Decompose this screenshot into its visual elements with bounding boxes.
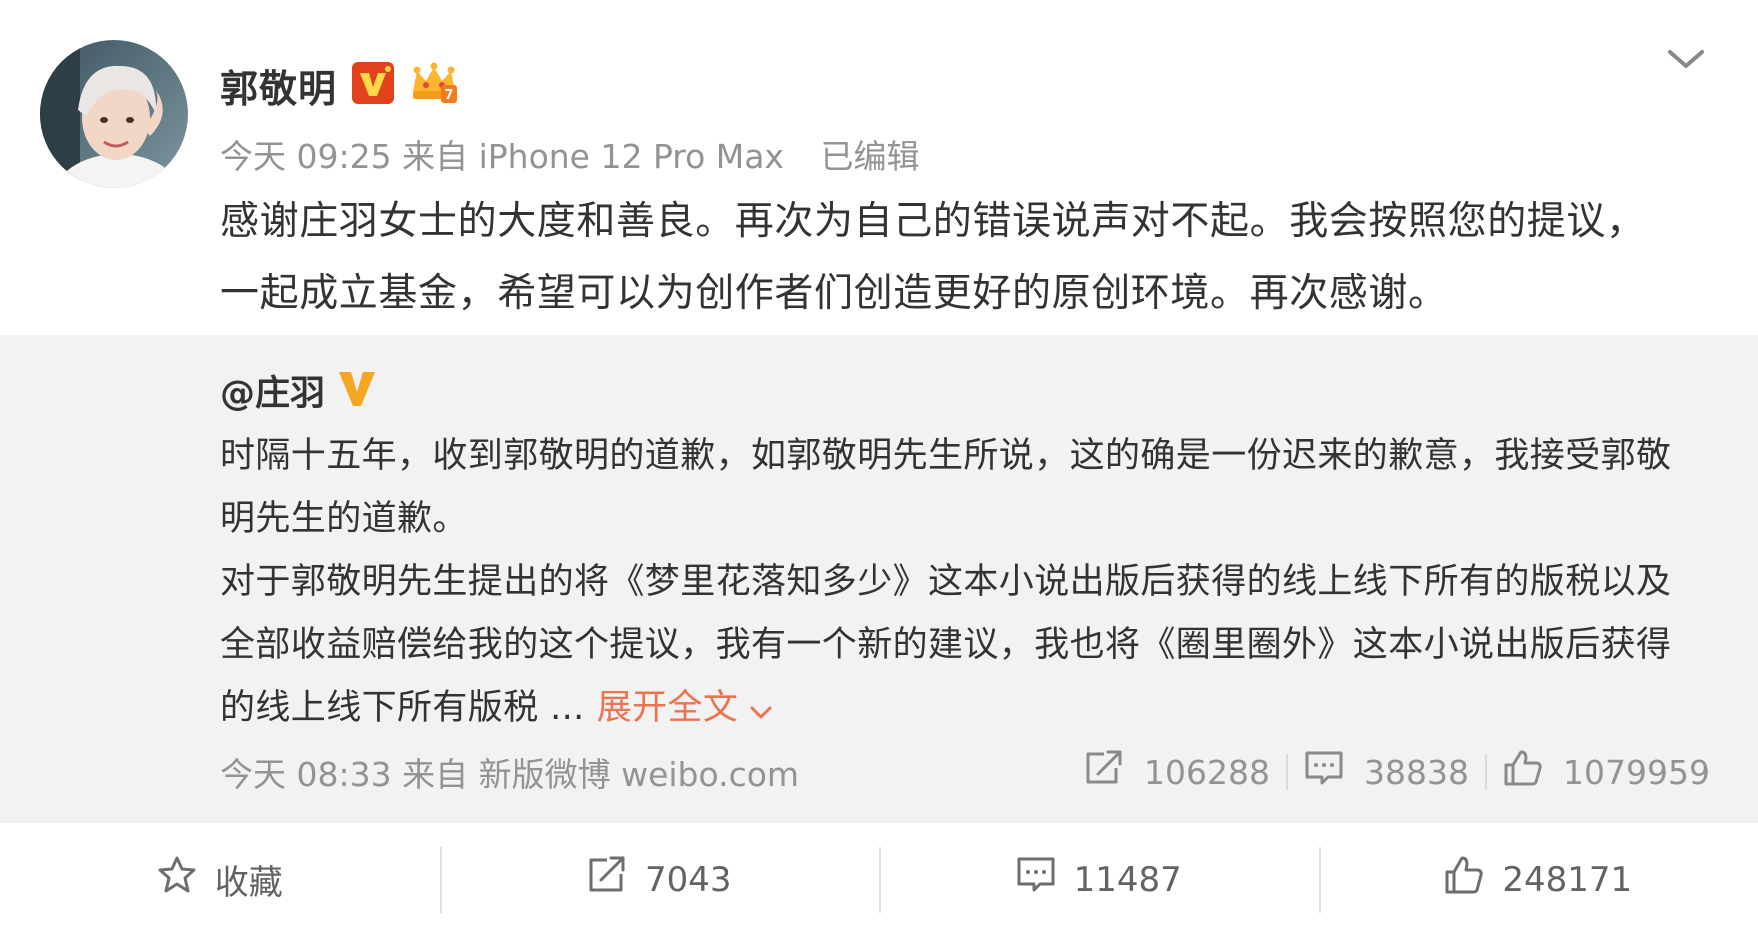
repost-stats: 106288 38838 1079959 — [1068, 749, 1710, 795]
weibo-post: 郭敬明 7 今天 09:25 来自 iPhone 12 Pro Max 已编辑 … — [0, 0, 1758, 936]
svg-text:7: 7 — [444, 88, 453, 103]
star-icon — [157, 855, 197, 904]
share-icon — [1084, 750, 1124, 794]
expand-full-text-link[interactable]: 展开全文 — [597, 688, 773, 728]
repost-like-count[interactable]: 1079959 — [1487, 749, 1710, 795]
author-row: 郭敬明 7 — [220, 58, 459, 112]
crown-member-icon: 7 — [409, 61, 459, 109]
more-options-chevron-icon[interactable] — [1662, 40, 1710, 80]
action-bar: 收藏 7043 11487 248171 — [0, 823, 1758, 936]
like-count: 248171 — [1502, 859, 1633, 900]
author-avatar[interactable] — [40, 40, 188, 188]
comment-count: 11487 — [1073, 859, 1182, 900]
share-count: 106288 — [1144, 752, 1271, 792]
post-meta: 今天 09:25 来自 iPhone 12 Pro Max 已编辑 — [220, 130, 920, 178]
chevron-down-icon — [750, 678, 772, 741]
repost-comment-count[interactable]: 38838 — [1288, 750, 1485, 794]
repost-share-count[interactable]: 106288 — [1068, 750, 1286, 794]
post-source: 来自 iPhone 12 Pro Max — [402, 137, 785, 176]
thumbs-up-icon — [1503, 749, 1543, 795]
share-icon — [587, 856, 627, 903]
comment-icon — [1304, 750, 1344, 794]
edited-label[interactable]: 已编辑 — [821, 137, 920, 176]
repost-meta: 今天 08:33 来自 新版微博 weibo.com — [220, 748, 799, 796]
repost-body-text: 时隔十五年，收到郭敬明的道歉，如郭敬明先生所说，这的确是一份迟来的歉意，我接受郭… — [220, 425, 1700, 741]
comment-count: 38838 — [1364, 752, 1470, 792]
repost-footer: 今天 08:33 来自 新版微博 weibo.com 106288 38838 … — [220, 747, 1710, 797]
like-count: 1079959 — [1563, 752, 1710, 792]
post-timestamp: 今天 09:25 — [220, 137, 392, 176]
comment-button[interactable]: 11487 — [879, 823, 1319, 936]
verified-v-icon — [351, 61, 395, 109]
thumbs-up-icon — [1444, 855, 1484, 904]
repost-source: 来自 新版微博 weibo.com — [402, 755, 800, 794]
repost-author-row: @庄羽 — [220, 363, 377, 417]
reposted-weibo[interactable]: @庄羽 时隔十五年，收到郭敬明的道歉，如郭敬明先生所说，这的确是一份迟来的歉意，… — [0, 335, 1758, 823]
repost-count: 7043 — [644, 859, 732, 900]
favorite-button[interactable]: 收藏 — [0, 823, 440, 936]
repost-author-name[interactable]: @庄羽 — [220, 365, 325, 416]
comment-icon — [1016, 856, 1056, 903]
repost-button[interactable]: 7043 — [439, 823, 880, 936]
author-name[interactable]: 郭敬明 — [220, 58, 337, 113]
repost-paragraph: 对于郭敬明先生提出的将《梦里花落知多少》这本小说出版后获得的线上线下所有的版税以… — [220, 551, 1700, 741]
repost-paragraph-text: 对于郭敬明先生提出的将《梦里花落知多少》这本小说出版后获得的线上线下所有的版税以… — [220, 562, 1672, 728]
repost-paragraph: 时隔十五年，收到郭敬明的道歉，如郭敬明先生所说，这的确是一份迟来的歉意，我接受郭… — [220, 436, 1672, 539]
favorite-label: 收藏 — [214, 863, 283, 903]
expand-label[interactable]: 展开全文 — [597, 688, 739, 728]
like-button[interactable]: 248171 — [1318, 823, 1758, 936]
post-body-text: 感谢庄羽女士的大度和善良。再次为自己的错误说声对不起。我会按照您的提议，一起成立… — [220, 199, 1646, 316]
verified-v-icon — [337, 368, 377, 412]
repost-timestamp: 今天 08:33 — [220, 755, 392, 794]
